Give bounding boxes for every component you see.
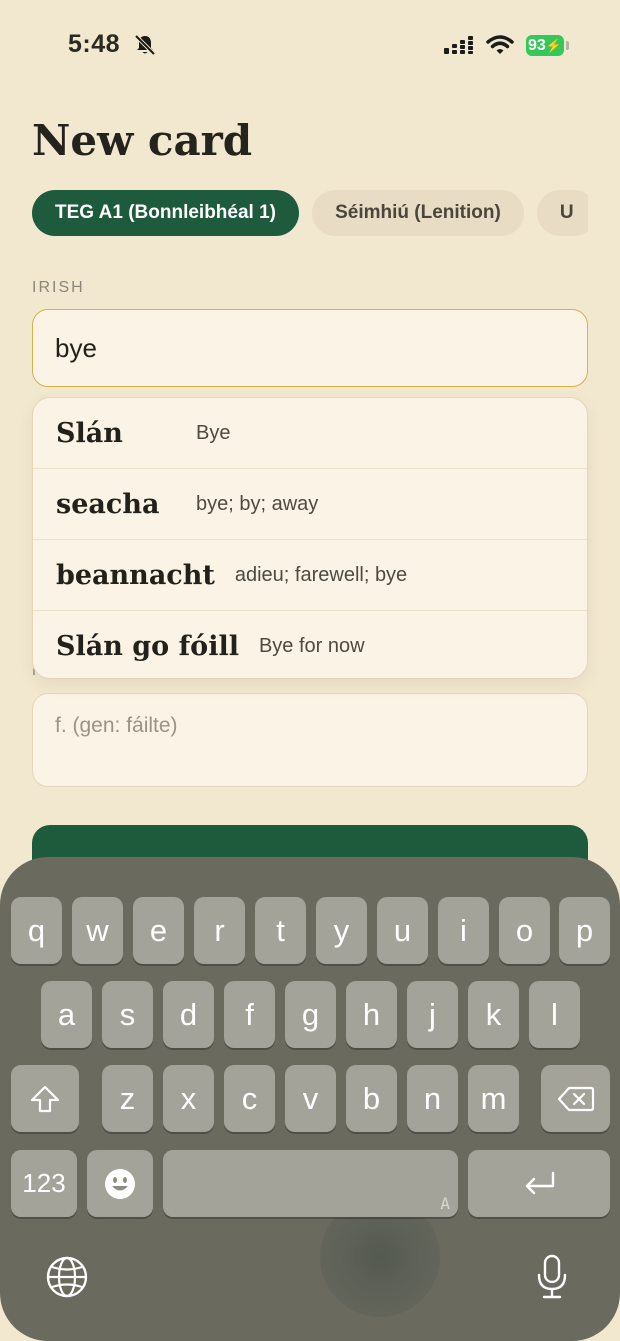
page-title: New card [32,116,253,165]
delete-key[interactable] [541,1065,610,1132]
return-arrow-icon [525,1171,555,1194]
suggestion-word: beannacht [56,559,215,591]
suggestion-translation: Bye [196,421,231,444]
bell-muted-icon [134,34,156,56]
key-u[interactable]: u [377,897,428,964]
space-key-hint: A [440,1194,450,1213]
battery-cap [566,41,569,50]
key-m[interactable]: m [468,1065,519,1132]
suggestion-translation: adieu; farewell; bye [234,563,408,586]
shift-arrow-icon [30,1085,60,1112]
suggestion-item[interactable]: seacha bye; by; away [33,469,587,540]
battery-indicator: 93 ⚡ [526,35,564,56]
suggestion-item[interactable]: Slán go fóill Bye for now [33,611,587,678]
wifi-icon [486,35,514,54]
key-q[interactable]: q [11,897,62,964]
battery-level: 93 [528,36,546,54]
irish-field-label: IRISH [32,279,85,296]
key-e[interactable]: e [133,897,184,964]
notes-input[interactable]: f. (gen: fáilte) [32,693,588,787]
key-k[interactable]: k [468,981,519,1048]
key-b[interactable]: b [346,1065,397,1132]
emoji-icon [105,1168,135,1199]
shift-key[interactable] [11,1065,79,1132]
space-key[interactable]: A [163,1150,458,1217]
numbers-key[interactable]: 123 [11,1150,77,1217]
microphone-icon[interactable] [534,1253,570,1301]
suggestion-word: Slán go fóill [56,630,239,662]
suggestion-translation: bye; by; away [196,492,319,515]
chip-next[interactable]: U [536,190,588,236]
suggestions-dropdown: Slán Bye seacha bye; by; away beannacht … [32,397,588,679]
globe-icon[interactable] [45,1255,89,1299]
suggestion-word: seacha [56,488,160,520]
key-v[interactable]: v [285,1065,336,1132]
suggestion-translation: Bye for now [258,634,365,657]
status-time: 5:48 [68,30,121,58]
suggestion-item[interactable]: Slán Bye [33,398,587,469]
category-chips: TEG A1 (Bonnleibhéal 1) Séimhiú (Lenitio… [32,190,588,238]
return-key[interactable] [468,1150,610,1217]
key-c[interactable]: c [224,1065,275,1132]
suggestion-item[interactable]: beannacht adieu; farewell; bye [33,540,587,611]
key-y[interactable]: y [316,897,367,964]
key-t[interactable]: t [255,897,306,964]
cellular-signal-icon [444,36,473,54]
key-l[interactable]: l [529,981,580,1048]
on-screen-keyboard: q w e r t y u i o p a s d f g h j k l z … [0,857,620,1341]
key-z[interactable]: z [102,1065,153,1132]
emoji-key[interactable] [87,1150,153,1217]
key-r[interactable]: r [194,897,245,964]
charging-bolt-icon: ⚡ [545,37,562,53]
key-s[interactable]: s [102,981,153,1048]
key-a[interactable]: a [41,981,92,1048]
key-w[interactable]: w [72,897,123,964]
key-f[interactable]: f [224,981,275,1048]
key-x[interactable]: x [163,1065,214,1132]
backspace-icon [557,1086,594,1111]
key-d[interactable]: d [163,981,214,1048]
chip-lenition[interactable]: Séimhiú (Lenition) [312,190,524,236]
key-p[interactable]: p [559,897,610,964]
key-i[interactable]: i [438,897,489,964]
irish-input[interactable]: bye [32,309,588,387]
key-j[interactable]: j [407,981,458,1048]
key-n[interactable]: n [407,1065,458,1132]
suggestion-word: Slán [56,417,123,449]
key-h[interactable]: h [346,981,397,1048]
chip-teg-a1[interactable]: TEG A1 (Bonnleibhéal 1) [32,190,299,236]
status-bar: 5:48 93 ⚡ [0,0,620,92]
key-g[interactable]: g [285,981,336,1048]
key-o[interactable]: o [499,897,550,964]
